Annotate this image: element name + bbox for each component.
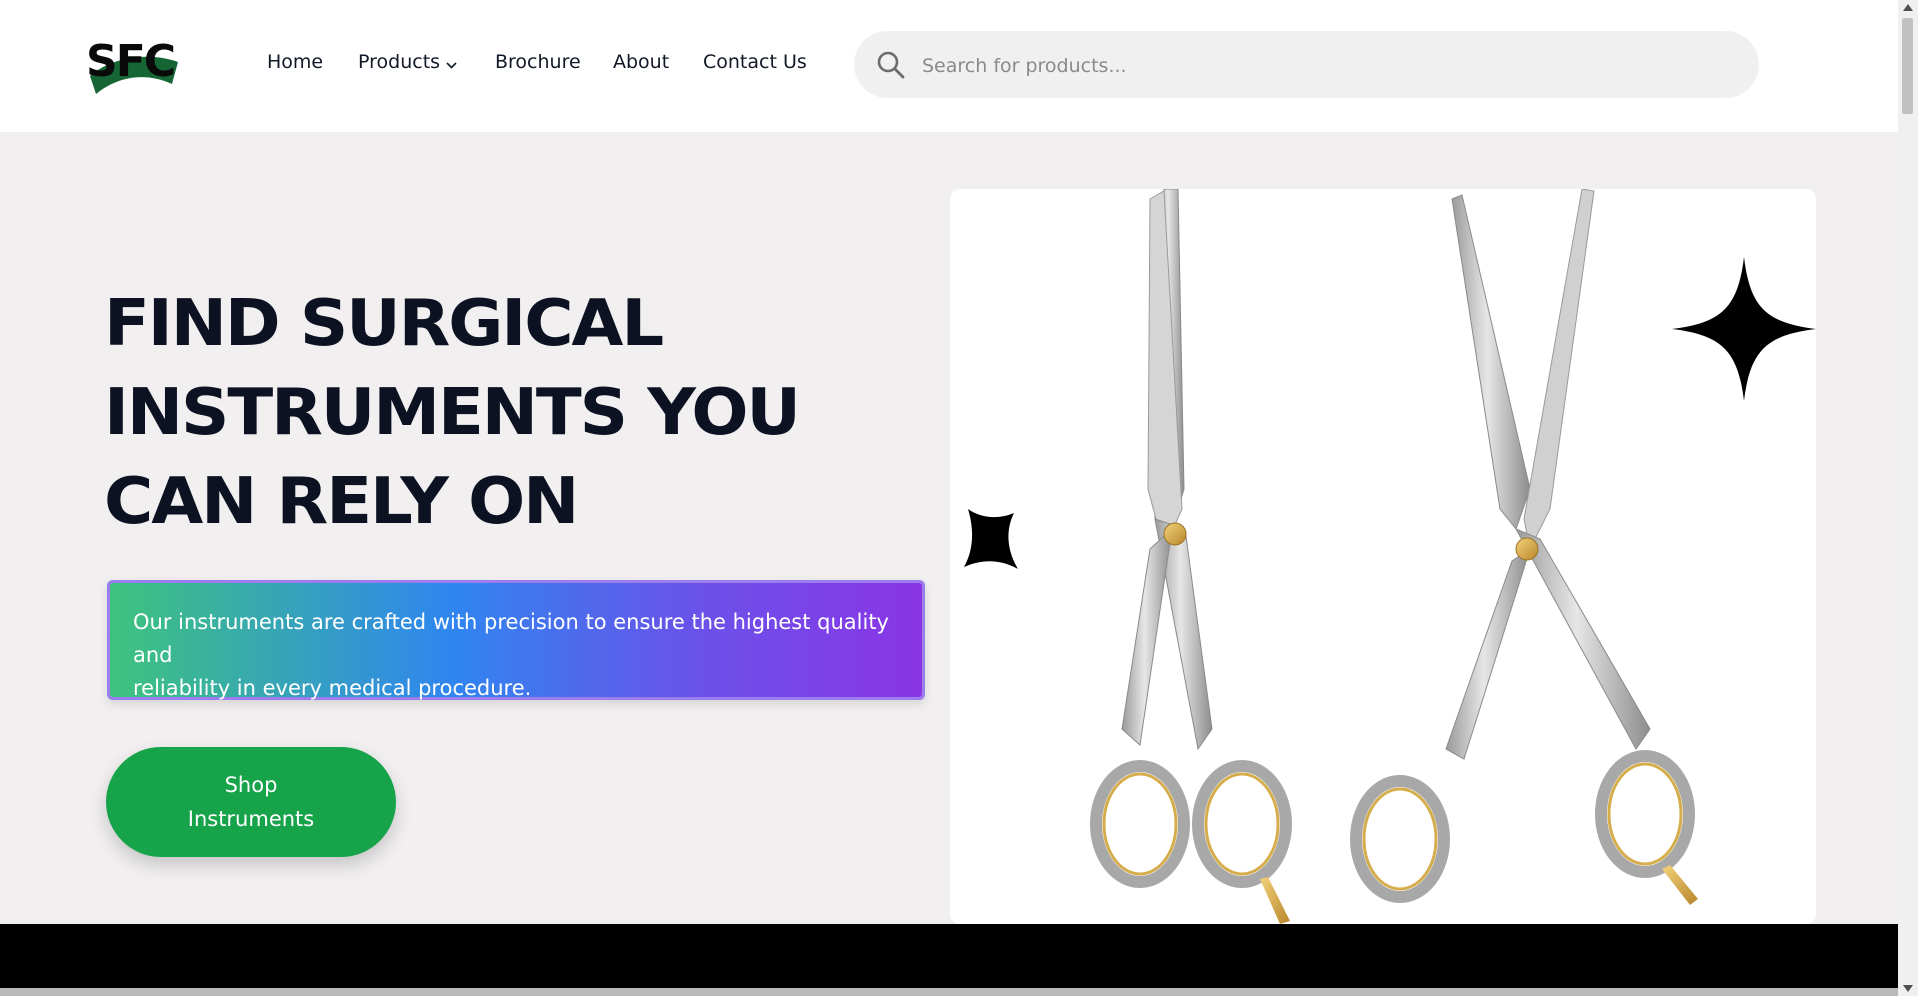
shop-button-line-2: Instruments — [187, 807, 315, 831]
hero-title-line-3: CAN RELY ON — [104, 465, 579, 539]
vertical-scrollbar[interactable] — [1898, 0, 1918, 996]
nav-home[interactable]: Home — [267, 51, 323, 73]
logo-mark: SFC — [86, 36, 178, 94]
nav-products[interactable]: Products — [358, 51, 457, 74]
curved-scissors — [1350, 189, 1698, 905]
site-header: SFC Home Products Brochure About Contact… — [0, 0, 1898, 132]
nav-brochure[interactable]: Brochure — [495, 51, 581, 73]
hero-image — [950, 189, 1816, 924]
logo-text: SFC — [86, 36, 174, 87]
horizontal-scrollbar[interactable] — [0, 988, 1898, 996]
shop-button-line-1: Shop — [224, 773, 278, 797]
hero-description-line-2: reliability in every medical procedure. — [133, 676, 532, 700]
shop-instruments-button[interactable]: Shop Instruments — [106, 747, 396, 857]
site-logo[interactable]: SFC — [82, 32, 198, 100]
hero-title-line-1: FIND SURGICAL — [104, 287, 664, 361]
scrollbar-thumb[interactable] — [1902, 18, 1913, 114]
hero-description-line-1: Our instruments are crafted with precisi… — [133, 610, 889, 667]
scroll-up-arrow-icon[interactable] — [1903, 4, 1913, 11]
chevron-down-icon — [446, 52, 457, 74]
search-icon[interactable] — [876, 50, 906, 85]
nav-products-label: Products — [358, 51, 441, 73]
sparkle-icon — [962, 509, 1020, 576]
hero-description: Our instruments are crafted with precisi… — [107, 580, 925, 700]
scroll-down-arrow-icon[interactable] — [1903, 985, 1913, 992]
straight-scissors — [1090, 189, 1292, 924]
search-bar — [854, 31, 1759, 98]
nav-about[interactable]: About — [613, 51, 669, 73]
sparkle-icon — [1672, 257, 1816, 406]
search-input[interactable] — [920, 49, 1724, 83]
hero-title: FIND SURGICAL INSTRUMENTS YOU CAN RELY O… — [104, 280, 965, 547]
hero-title-line-2: INSTRUMENTS YOU — [104, 376, 801, 450]
footer-bar — [0, 924, 1898, 996]
nav-contact-us[interactable]: Contact Us — [703, 51, 807, 73]
